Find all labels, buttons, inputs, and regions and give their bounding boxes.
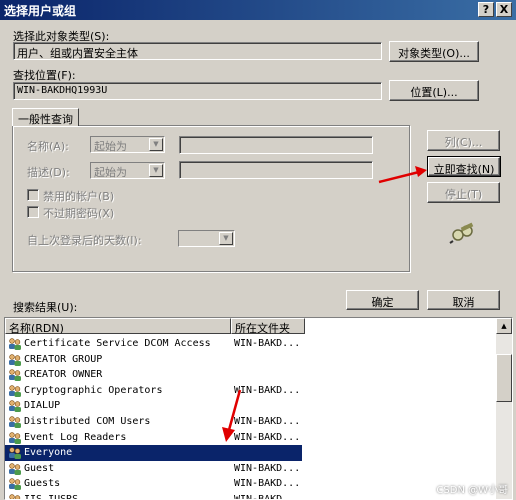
table-row[interactable]: CREATOR OWNER — [5, 367, 302, 383]
row-name: Everyone — [24, 447, 73, 459]
row-name: DIALUP — [24, 400, 61, 412]
search-binoculars-icon — [449, 222, 474, 244]
user-group-icon — [9, 431, 21, 444]
column-header-folder[interactable]: 所在文件夹 — [231, 318, 305, 335]
name-mode-value: 起始为 — [94, 140, 127, 153]
find-now-button[interactable]: 立即查找(N) — [427, 156, 501, 177]
disabled-accounts-checkbox[interactable] — [27, 189, 39, 201]
scroll-up-icon[interactable]: ▲ — [496, 318, 512, 334]
location-field: WIN-BAKDHQ1993U — [13, 82, 382, 100]
table-row[interactable]: Everyone — [5, 445, 302, 462]
non-expiring-password-checkbox[interactable] — [27, 206, 39, 218]
ok-button[interactable]: 确定 — [346, 290, 419, 310]
table-row[interactable]: Guest WIN-BAKD... — [5, 461, 302, 477]
days-since-logon-label: 自上次登录后的天数(I): — [27, 234, 142, 247]
description-label: 描述(D): — [27, 166, 70, 179]
table-row[interactable]: Certificate Service DCOM Access WIN-BAKD.… — [5, 336, 302, 352]
search-results-list[interactable]: 名称(RDN) 所在文件夹 Certificate Service DCOM A… — [4, 317, 513, 500]
row-name: IIS_IUSRS — [24, 494, 79, 500]
user-group-icon — [9, 463, 21, 475]
user-group-icon — [9, 400, 21, 413]
row-name: CREATOR OWNER — [24, 369, 103, 381]
days-since-logon-select[interactable]: ▼ — [178, 230, 235, 247]
table-row[interactable]: DIALUP — [5, 398, 302, 414]
cancel-button[interactable]: 取消 — [427, 290, 500, 310]
row-name: CREATOR GROUP — [24, 353, 103, 365]
tab-common-queries[interactable]: 一般性查询 — [12, 108, 79, 126]
window-title: 选择用户或组 — [4, 4, 77, 18]
locations-button[interactable]: 位置(L)... — [389, 80, 479, 101]
vertical-scrollbar[interactable]: ▲ — [496, 318, 512, 499]
row-name: Distributed COM Users — [24, 416, 151, 427]
chevron-down-icon: ▼ — [149, 164, 163, 177]
help-icon: ? — [482, 3, 490, 16]
table-row[interactable]: Distributed COM Users WIN-BAKD... — [5, 414, 302, 430]
close-icon: X — [499, 3, 509, 16]
row-name: Cryptographic Operators — [24, 384, 163, 396]
row-name: Event Log Readers — [24, 431, 127, 443]
non-expiring-password-label: 不过期密码(X) — [43, 207, 115, 220]
help-button[interactable]: ? — [478, 2, 494, 17]
description-mode-select[interactable]: 起始为 ▼ — [90, 162, 165, 179]
user-group-icon — [9, 338, 21, 350]
table-row[interactable]: Event Log Readers WIN-BAKD... — [5, 430, 302, 446]
location-label: 查找位置(F): — [13, 69, 76, 82]
chevron-down-icon: ▼ — [149, 138, 163, 151]
name-input[interactable] — [179, 136, 373, 154]
user-group-icon — [9, 447, 21, 460]
row-name: Guests — [24, 478, 61, 490]
row-folder: WIN-BAKD... — [234, 462, 301, 474]
annotation-arrow — [378, 166, 427, 184]
table-row[interactable]: IIS_IUSRS WIN-BAKD... — [5, 492, 302, 500]
table-row[interactable]: CREATOR GROUP — [5, 352, 302, 368]
row-name: Guest — [24, 462, 55, 474]
search-results-label: 搜索结果(U): — [13, 301, 78, 314]
name-mode-select[interactable]: 起始为 ▼ — [90, 136, 165, 153]
columns-button[interactable]: 列(C)... — [427, 130, 500, 151]
table-row[interactable]: Cryptographic Operators WIN-BAKD... — [5, 383, 302, 399]
user-group-icon — [9, 369, 21, 382]
chevron-down-icon: ▼ — [219, 232, 233, 245]
object-type-field: 用户、组或内置安全主体 — [13, 42, 382, 60]
row-name: Certificate Service DCOM Access — [24, 338, 211, 349]
close-button[interactable]: X — [496, 2, 512, 17]
stop-button[interactable]: 停止(T) — [427, 182, 500, 203]
object-types-button[interactable]: 对象类型(O)... — [389, 41, 479, 62]
row-folder: WIN-BAKD... — [234, 338, 301, 349]
disabled-accounts-label: 禁用的帐户(B) — [43, 190, 115, 203]
user-group-icon — [9, 385, 21, 397]
name-label: 名称(A): — [27, 140, 69, 153]
row-folder: WIN-BAKD... — [234, 494, 301, 500]
title-bar: 选择用户或组 ? X — [0, 0, 516, 20]
user-group-icon — [9, 353, 21, 366]
table-row[interactable]: Guests WIN-BAKD... — [5, 476, 302, 492]
user-group-icon — [9, 416, 21, 428]
annotation-arrow — [222, 389, 242, 442]
watermark: CSDN @W小哥 — [436, 485, 508, 496]
scroll-thumb[interactable] — [496, 354, 512, 402]
description-input[interactable] — [179, 161, 373, 179]
user-group-icon — [9, 478, 21, 491]
user-group-icon — [9, 494, 21, 499]
row-folder: WIN-BAKD... — [234, 478, 301, 490]
description-mode-value: 起始为 — [94, 166, 127, 179]
column-header-name[interactable]: 名称(RDN) — [5, 318, 231, 335]
